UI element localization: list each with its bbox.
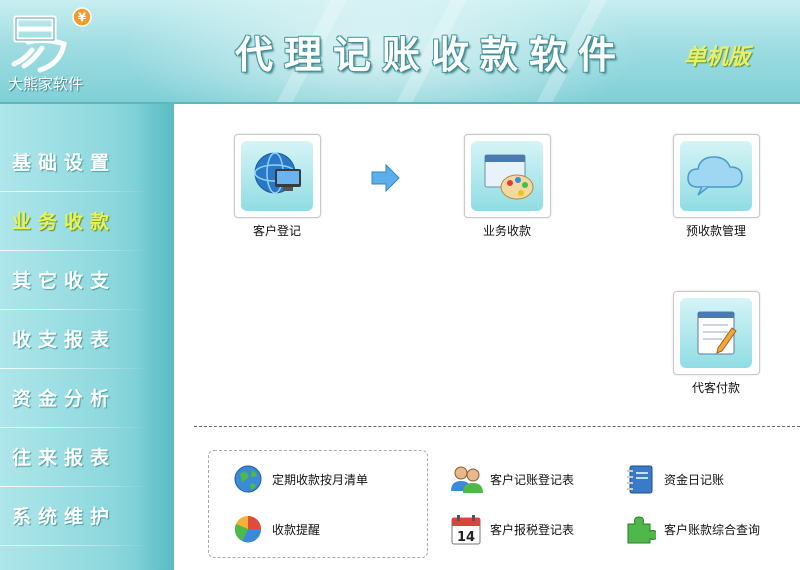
- link-label: 资金日记账: [664, 473, 725, 487]
- sidebar-item-income-expense-report[interactable]: 收支报表: [0, 311, 150, 369]
- business-receipts-tile[interactable]: [464, 134, 551, 218]
- svg-text:¥: ¥: [78, 11, 87, 25]
- prepaid-management-tile[interactable]: [673, 134, 760, 218]
- calendar-icon: 14: [451, 515, 481, 545]
- section-divider: [194, 426, 800, 427]
- sidebar-item-label: 基础设置: [12, 152, 117, 174]
- main-panel: 客户登记 业务收款 预收款管理 代客付款 定期收款按月清单 收款提醒 客户记账登…: [174, 104, 800, 570]
- sidebar-item-label: 资金分析: [12, 388, 117, 410]
- pie-chart-icon: [234, 516, 262, 543]
- sidebar-item-label: 业务收款: [12, 211, 117, 233]
- palette-window-icon: [484, 154, 534, 200]
- tile-label: 预收款管理: [685, 224, 746, 238]
- tile-label: 代客付款: [691, 381, 740, 395]
- brand-name: 大熊家软件: [8, 75, 84, 93]
- sidebar-item-account-report[interactable]: 往来报表: [0, 429, 150, 487]
- sidebar-item-label: 往来报表: [12, 447, 117, 469]
- monitor-globe-icon: [254, 152, 301, 194]
- notepad-pencil-icon: [697, 311, 737, 355]
- puzzle-icon: [627, 516, 656, 544]
- customer-registration-tile[interactable]: [234, 134, 321, 218]
- sidebar-item-other-income-expense[interactable]: 其它收支: [0, 252, 150, 310]
- sidebar: 基础设置 业务收款 其它收支 收支报表 资金分析 往来报表 系统维护: [0, 104, 174, 570]
- payment-on-behalf-tile[interactable]: [673, 291, 760, 375]
- edition-label: 单机版: [684, 45, 751, 70]
- tile-label: 客户登记: [252, 224, 301, 238]
- sidebar-item-basic-settings[interactable]: 基础设置: [0, 134, 150, 192]
- link-label: 定期收款按月清单: [272, 473, 369, 487]
- link-label: 客户记账登记表: [490, 473, 575, 487]
- sidebar-item-fund-analysis[interactable]: 资金分析: [0, 370, 150, 428]
- sidebar-item-label: 系统维护: [12, 506, 117, 528]
- app-title: 代理记账收款软件: [235, 33, 628, 77]
- link-label: 客户账款综合查询: [664, 523, 761, 537]
- link-label: 收款提醒: [272, 523, 321, 537]
- sidebar-item-system-maintenance[interactable]: 系统维护: [0, 488, 150, 546]
- sidebar-item-label: 收支报表: [12, 329, 117, 351]
- sidebar-item-business-receipts[interactable]: 业务收款: [0, 193, 150, 251]
- users-icon: [451, 466, 483, 493]
- globe-icon: [234, 465, 262, 493]
- svg-text:14: 14: [457, 530, 475, 545]
- link-label: 客户报税登记表: [490, 523, 575, 537]
- tile-label: 业务收款: [482, 224, 531, 238]
- notebook-icon: [627, 465, 653, 494]
- cloud-icon: [687, 156, 743, 196]
- arrow-right-icon: [371, 164, 400, 192]
- sidebar-item-label: 其它收支: [12, 270, 117, 292]
- app-header: ¥ 大熊家软件 代理记账收款软件 单机版: [0, 0, 800, 104]
- yi-logo-icon: ¥: [11, 7, 92, 73]
